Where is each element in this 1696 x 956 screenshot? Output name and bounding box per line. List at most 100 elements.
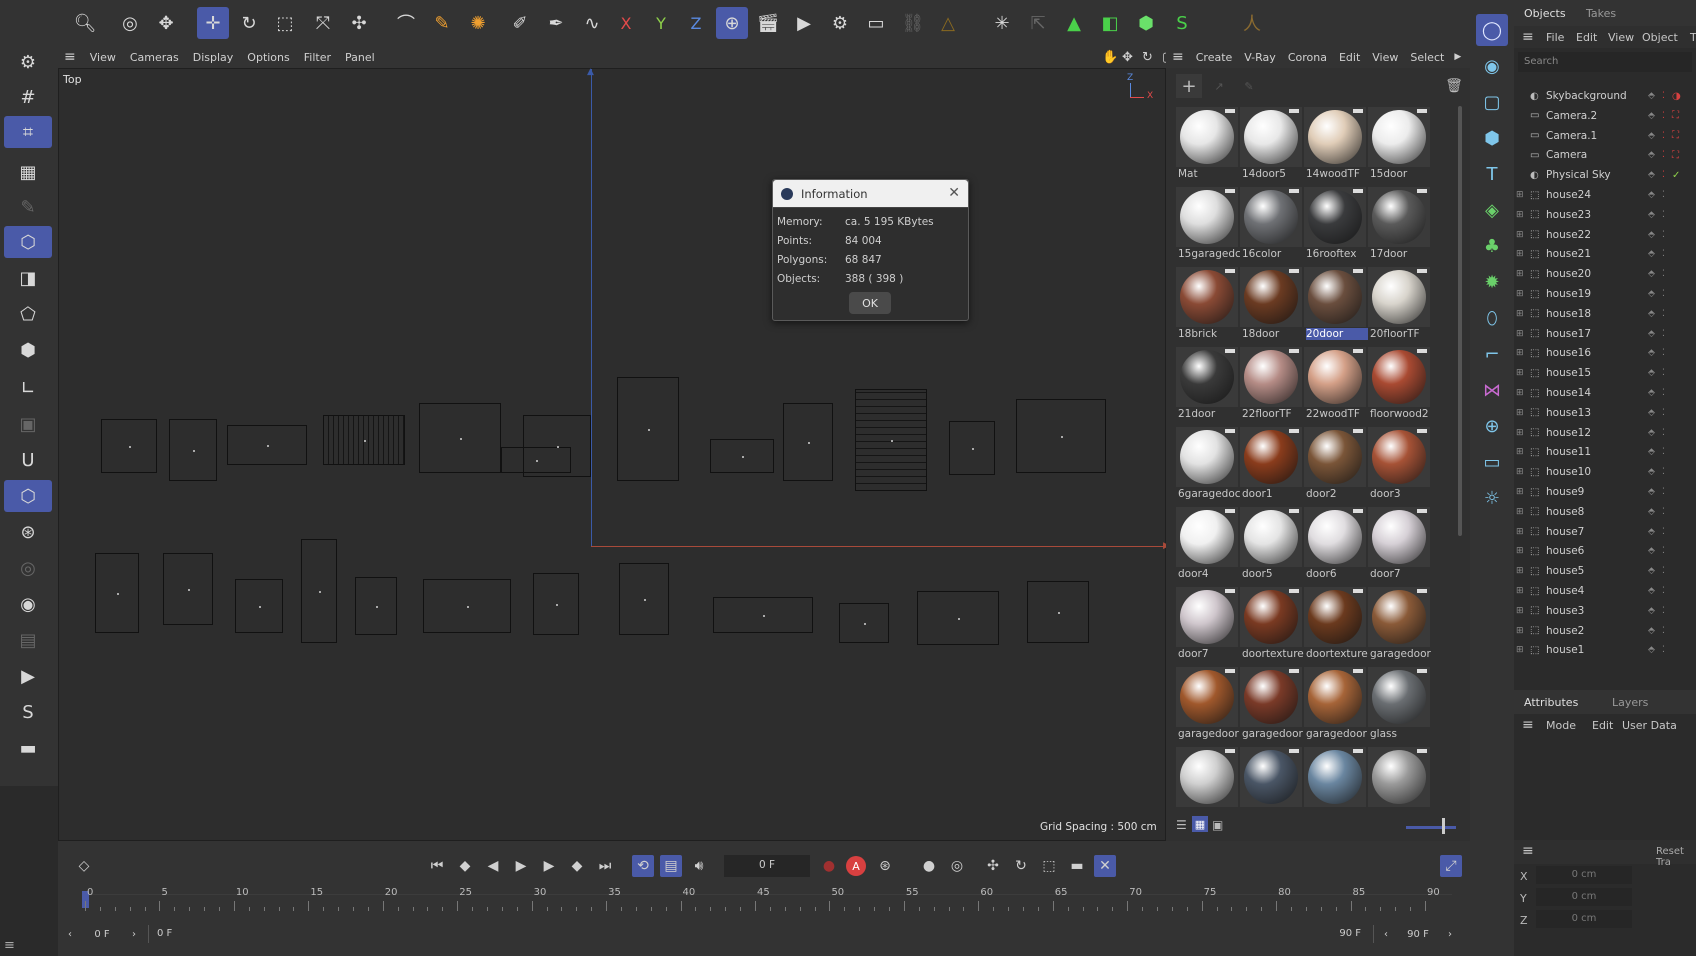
hamburger-icon[interactable]: ≡ xyxy=(1522,843,1534,859)
material-item[interactable]: 16color xyxy=(1240,187,1302,263)
tab-layers[interactable]: Layers xyxy=(1612,696,1648,709)
visibility-dots-icon[interactable]: ⬘ xyxy=(1648,447,1662,457)
object-row[interactable]: ▭ Camera.1 ⬘ ⁚ ⛶ xyxy=(1514,126,1696,146)
house-plan[interactable] xyxy=(301,539,337,643)
object-name[interactable]: house23 xyxy=(1546,209,1648,221)
object-name[interactable]: Skybackground xyxy=(1546,90,1648,102)
object-row[interactable]: ⊞ ⬚ house9 ⬘ ⁚ xyxy=(1514,482,1696,502)
key-rotate-icon[interactable]: ↻ xyxy=(1010,855,1032,877)
timeline-expand-icon[interactable]: ⤢ xyxy=(1440,855,1462,877)
object-row[interactable]: ⊞ ⬚ house5 ⬘ ⁚ xyxy=(1514,561,1696,581)
move-axis-icon[interactable]: ⤧ xyxy=(307,7,339,39)
z-field[interactable]: 0 cm xyxy=(1536,910,1632,928)
object-name[interactable]: house12 xyxy=(1546,427,1648,439)
key-settings-icon[interactable]: ⊛ xyxy=(874,855,896,877)
expand-icon[interactable]: ⊞ xyxy=(1516,329,1530,339)
object-row[interactable]: ⊞ ⬚ house10 ⬘ ⁚ xyxy=(1514,462,1696,482)
viewport-menu-cameras[interactable]: Cameras xyxy=(130,51,179,64)
visibility-dots-icon[interactable]: ⬘ xyxy=(1648,348,1662,358)
object-name[interactable]: house5 xyxy=(1546,565,1648,577)
material-item[interactable]: 21door xyxy=(1176,347,1238,423)
render-dots-icon[interactable]: ⁚ xyxy=(1662,507,1672,517)
render-dots-icon[interactable]: ⁚ xyxy=(1662,131,1672,141)
grid-icon[interactable]: # xyxy=(4,81,52,113)
house-plan[interactable] xyxy=(423,579,511,633)
visibility-dots-icon[interactable]: ⬘ xyxy=(1648,150,1662,160)
move-view-icon[interactable]: ✥ xyxy=(1122,50,1133,65)
large-view-icon[interactable]: ▣ xyxy=(1212,818,1223,832)
object-name[interactable]: house9 xyxy=(1546,486,1648,498)
autokey-record-button[interactable]: A xyxy=(846,856,866,876)
render-dots-icon[interactable]: ⁚ xyxy=(1662,269,1672,279)
house-plan[interactable] xyxy=(533,573,579,635)
material-item[interactable]: 22woodTF xyxy=(1304,347,1366,423)
search-input[interactable]: Search xyxy=(1518,52,1692,72)
reset-transform-button[interactable]: Reset Tra xyxy=(1656,846,1696,868)
ok-button[interactable]: OK xyxy=(849,292,891,314)
cube-icon[interactable]: ⬢ xyxy=(1476,122,1508,154)
objects-menu-file[interactable]: File xyxy=(1546,31,1564,44)
object-name[interactable]: Camera.2 xyxy=(1546,110,1648,122)
render-dots-icon[interactable]: ⁚ xyxy=(1662,428,1672,438)
material-item[interactable]: 18door xyxy=(1240,267,1302,343)
next-frame-icon[interactable]: ▶ xyxy=(538,855,560,877)
status-menu-icon[interactable]: ≡ xyxy=(4,938,15,953)
sky-icon[interactable]: ⊕ xyxy=(1476,410,1508,442)
goto-end-icon[interactable]: ⏭ xyxy=(594,855,616,877)
object-row[interactable]: ⊞ ⬚ house6 ⬘ ⁚ xyxy=(1514,541,1696,561)
gear-icon[interactable]: ⚙ xyxy=(4,46,52,78)
material-item[interactable] xyxy=(1176,747,1238,823)
render-settings-icon[interactable]: ⚙ xyxy=(824,7,856,39)
expand-icon[interactable]: ⊞ xyxy=(1516,487,1530,497)
x-field[interactable]: 0 cm xyxy=(1536,866,1632,884)
object-name[interactable]: house2 xyxy=(1546,625,1648,637)
material-item[interactable]: 20door xyxy=(1304,267,1368,343)
render-view-icon[interactable]: ▶ xyxy=(788,7,820,39)
material-menu-vray[interactable]: V-Ray xyxy=(1244,51,1276,64)
expand-icon[interactable]: ⊞ xyxy=(1516,230,1530,240)
hamburger-icon[interactable]: ≡ xyxy=(1522,29,1534,45)
material-item[interactable]: garagedoor xyxy=(1176,667,1239,743)
light-icon[interactable]: ☼ xyxy=(1476,482,1508,514)
house-plan[interactable] xyxy=(101,419,157,473)
snap-icon[interactable]: U xyxy=(4,444,52,476)
object-row[interactable]: ⊞ ⬚ house21 ⬘ ⁚ xyxy=(1514,244,1696,264)
expand-icon[interactable]: ⊞ xyxy=(1516,546,1530,556)
house-plan[interactable] xyxy=(839,603,889,643)
material-item[interactable]: door4 xyxy=(1176,507,1238,583)
visibility-dots-icon[interactable]: ⬘ xyxy=(1648,527,1662,537)
material-menu-select[interactable]: Select xyxy=(1410,51,1444,64)
rotate-view-icon[interactable]: ↻ xyxy=(1142,50,1153,65)
objects-menu-object[interactable]: Object xyxy=(1642,31,1678,44)
cube-green-icon[interactable]: ◧ xyxy=(1094,7,1126,39)
material-item[interactable]: doortexture xyxy=(1240,587,1304,663)
visibility-dots-icon[interactable]: ⬘ xyxy=(1648,408,1662,418)
object-row[interactable]: ⊞ ⬚ house20 ⬘ ⁚ xyxy=(1514,264,1696,284)
loop-icon[interactable]: ⟲ xyxy=(632,855,654,877)
tab-attributes[interactable]: Attributes xyxy=(1524,696,1578,709)
render-dots-icon[interactable]: ⁚ xyxy=(1662,467,1672,477)
paint-bucket-icon[interactable]: ✎ xyxy=(426,7,458,39)
bend-icon[interactable]: ⌐ xyxy=(1476,338,1508,370)
house-plan[interactable] xyxy=(1027,581,1089,643)
expand-icon[interactable]: ⊞ xyxy=(1516,368,1530,378)
render-dots-icon[interactable]: ⁚ xyxy=(1662,170,1672,180)
text-icon[interactable]: T xyxy=(1476,158,1508,190)
object-name[interactable]: Camera xyxy=(1546,149,1648,161)
material-item[interactable]: Mat xyxy=(1176,107,1238,183)
material-menu-view[interactable]: View xyxy=(1372,51,1398,64)
material-item[interactable]: floorwood2 xyxy=(1368,347,1430,423)
expand-icon[interactable]: ⊞ xyxy=(1516,190,1530,200)
material-item[interactable] xyxy=(1240,747,1302,823)
render-dots-icon[interactable]: ⁚ xyxy=(1662,190,1672,200)
viewport-menu-panel[interactable]: Panel xyxy=(345,51,375,64)
render-dots-icon[interactable]: ⁚ xyxy=(1662,447,1672,457)
house-plan[interactable] xyxy=(1016,399,1106,473)
expand-icon[interactable]: ⊞ xyxy=(1516,626,1530,636)
content-browser-icon[interactable]: ▬ xyxy=(4,732,52,764)
slider-handle[interactable] xyxy=(1442,818,1445,834)
expand-icon[interactable]: ⊞ xyxy=(1516,566,1530,576)
world-coord-icon[interactable]: ⊕ xyxy=(716,7,748,39)
move-tool-icon[interactable]: ✛ xyxy=(197,7,229,39)
material-item[interactable]: 15door xyxy=(1368,107,1430,183)
